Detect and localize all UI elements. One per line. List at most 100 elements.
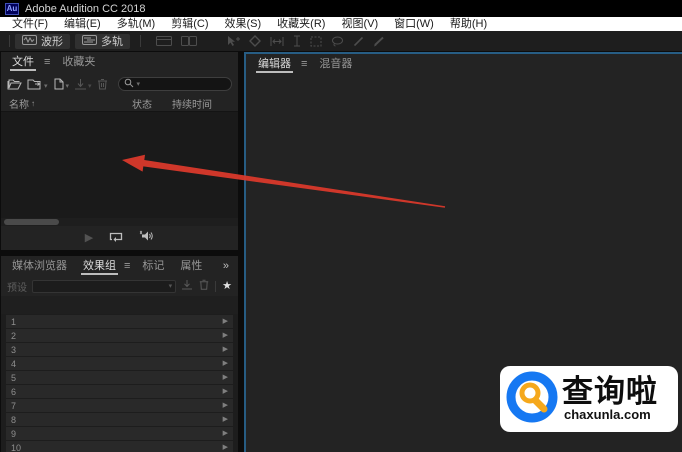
play-button[interactable]: ▶ [85,232,93,244]
rack-slot-number: 8 [11,414,17,425]
column-header-status[interactable]: 状态 [132,96,172,111]
watermark-logo: 查询啦 chaxunla.com [500,366,678,432]
delete-preset-button[interactable] [199,277,209,295]
rack-header-strip [1,296,238,314]
rack-slot-row[interactable]: 8 ▶ [6,413,233,426]
rack-slot-arrow-icon[interactable]: ▶ [223,360,228,367]
rack-slot-row[interactable]: 9 ▶ [6,427,233,440]
tab-media-browser[interactable]: 媒体浏览器 [10,256,69,276]
tab-markers[interactable]: 标记 [140,256,166,276]
import-file-button[interactable]: ▾ [27,78,48,90]
panel-menu-icon[interactable]: ≡ [44,56,50,68]
tab-editor[interactable]: 编辑器 [256,54,293,74]
column-name-label: 名称 [9,100,29,111]
slip-tool-icon[interactable] [270,36,284,47]
toolbar-divider [140,35,141,47]
lasso-selection-tool-icon[interactable] [331,36,344,47]
tab-overflow-icon[interactable]: » [223,260,229,272]
multitrack-button-label: 多轨 [101,36,123,48]
rack-slot-arrow-icon[interactable]: ▶ [223,444,228,451]
rack-slot-row[interactable]: 2 ▶ [6,329,233,342]
rack-slot-row[interactable]: 10 ▶ [6,441,233,452]
new-item-button[interactable]: ▾ [53,78,70,90]
panel-menu-icon[interactable]: ≡ [124,260,130,272]
save-preset-button[interactable] [181,277,193,295]
presets-dropdown[interactable]: ▾ [32,279,177,293]
menu-item-file[interactable]: 文件(F) [4,17,56,31]
loop-playback-button[interactable] [109,229,123,247]
spot-healing-brush-icon[interactable] [353,36,364,47]
file-list-header: 名称 ↑ 状态 持续时间 [1,96,238,111]
column-header-duration[interactable]: 持续时间 [172,96,230,111]
sort-ascending-icon: ↑ [31,99,35,108]
menu-item-help[interactable]: 帮助(H) [442,17,495,31]
waveform-mode-button[interactable]: 波形 [15,33,70,49]
toolbar-divider [9,35,10,47]
rack-slot-arrow-icon[interactable]: ▶ [223,332,228,339]
effects-panel-tabs: 媒体浏览器 效果组 ≡ 标记 属性 » [1,256,238,276]
files-transport-bar: ▶ [1,226,238,250]
delete-file-button[interactable] [97,78,108,90]
rack-slot-row[interactable]: 3 ▶ [6,343,233,356]
menu-item-effects[interactable]: 效果(S) [217,17,270,31]
files-toolbar: ▾ ▾ ▾ ▾ [1,72,238,96]
menu-item-window[interactable]: 窗口(W) [386,17,442,31]
rack-slot-number: 9 [11,428,17,439]
rack-slot-arrow-icon[interactable]: ▶ [223,430,228,437]
menu-item-favorites[interactable]: 收藏夹(R) [269,17,333,31]
time-selection-tool-icon[interactable] [293,35,301,47]
tab-effects-rack[interactable]: 效果组 [81,256,118,276]
rack-slot-row[interactable]: 7 ▶ [6,399,233,412]
default-workspace-icon[interactable] [156,36,172,46]
horizontal-scrollbar[interactable] [1,218,238,226]
tab-mixer[interactable]: 混音器 [317,54,354,74]
rack-slot-row[interactable]: 5 ▶ [6,371,233,384]
file-list-empty-area[interactable] [1,111,238,218]
dual-monitor-icon[interactable] [181,36,197,46]
move-tool-icon[interactable] [227,35,240,47]
menu-item-edit[interactable]: 编辑(E) [56,17,109,31]
rack-slot-row[interactable]: 6 ▶ [6,385,233,398]
razor-tool-icon[interactable] [249,35,261,47]
tab-files[interactable]: 文件 [10,52,36,72]
paintbrush-tool-icon[interactable] [373,36,385,47]
rack-slot-number: 5 [11,372,17,383]
chevron-down-icon: ▾ [136,80,141,88]
divider [215,280,217,292]
menu-item-clip[interactable]: 剪辑(C) [163,17,216,31]
column-header-name[interactable]: 名称 ↑ [9,96,132,111]
menu-item-multitrack[interactable]: 多轨(M) [109,17,164,31]
app-window: Au Adobe Audition CC 2018 文件(F) 编辑(E) 多轨… [0,0,682,452]
search-icon [124,75,134,93]
waveform-icon [22,34,37,48]
preset-actions: ★ [181,277,232,295]
rack-slot-number: 7 [11,400,17,411]
menu-item-view[interactable]: 视图(V) [333,17,386,31]
open-file-button[interactable] [7,78,22,90]
save-file-button[interactable]: ▾ [74,78,92,90]
rack-slot-arrow-icon[interactable]: ▶ [223,416,228,423]
marquee-selection-tool-icon[interactable] [310,36,322,47]
rack-slot-arrow-icon[interactable]: ▶ [223,346,228,353]
rack-slot-arrow-icon[interactable]: ▶ [223,402,228,409]
tab-favorites[interactable]: 收藏夹 [60,52,97,72]
title-bar: Au Adobe Audition CC 2018 [0,0,682,17]
main-toolbar: 波形 多轨 [0,31,682,51]
scrollbar-thumb[interactable] [4,219,59,225]
rack-slot-row[interactable]: 1 ▶ [6,315,233,328]
multitrack-icon [82,34,97,48]
rack-slot-arrow-icon[interactable]: ▶ [223,374,228,381]
rack-slot-arrow-icon[interactable]: ▶ [223,318,228,325]
favorite-star-icon[interactable]: ★ [222,280,232,292]
auto-play-button[interactable] [139,229,154,247]
panel-menu-icon[interactable]: ≡ [301,58,307,70]
multitrack-mode-button[interactable]: 多轨 [75,33,130,49]
presets-label: 预设 [7,282,27,294]
watermark-brand: 查询啦 [562,374,658,409]
chevron-down-icon: ▾ [65,83,70,90]
tab-properties[interactable]: 属性 [178,256,204,276]
chevron-down-icon: ▾ [44,83,48,90]
files-search-input[interactable]: ▾ [117,75,232,93]
rack-slot-row[interactable]: 4 ▶ [6,357,233,370]
rack-slot-arrow-icon[interactable]: ▶ [223,388,228,395]
